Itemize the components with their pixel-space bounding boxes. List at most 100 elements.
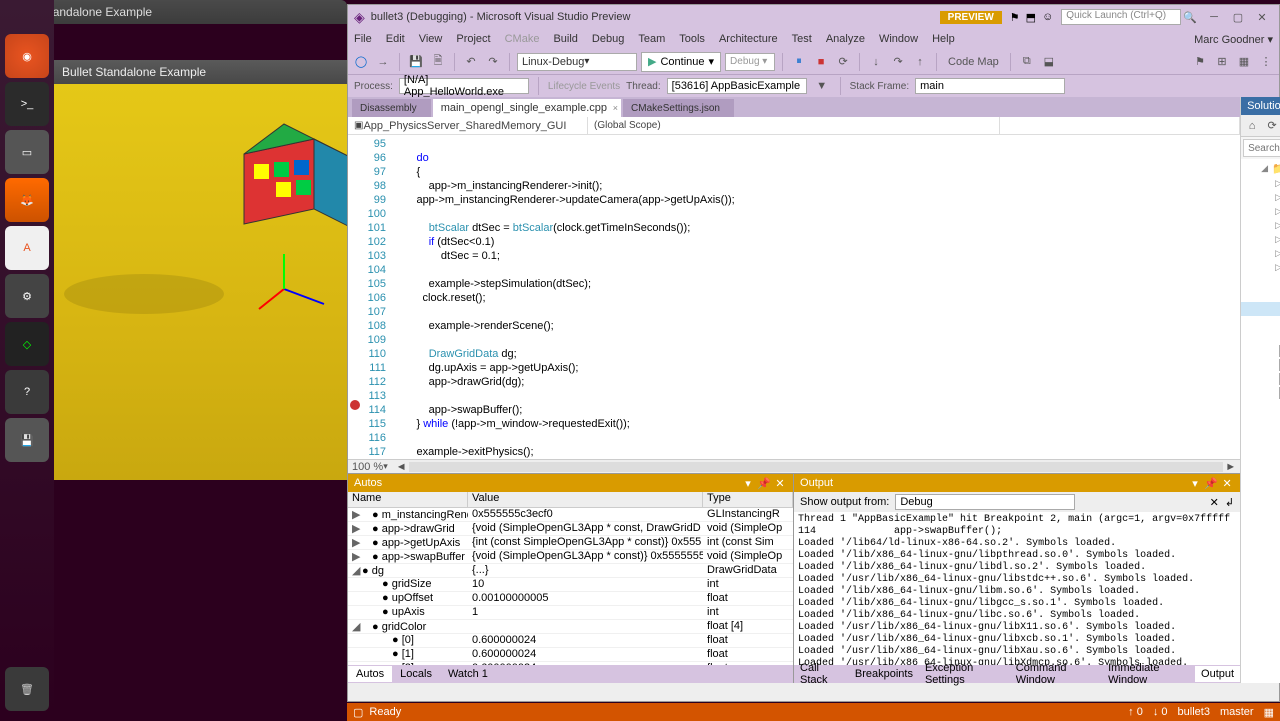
close-icon[interactable]: ×	[613, 103, 618, 113]
tool-icon-4[interactable]: ▦	[1235, 52, 1253, 72]
help-icon[interactable]: ?	[5, 370, 49, 414]
flag-icon[interactable]: ⚑	[1010, 11, 1020, 24]
settings-icon[interactable]: ⚙	[5, 274, 49, 318]
zoom-level[interactable]: 100 %	[352, 461, 383, 473]
hscrollbar[interactable]	[409, 462, 1224, 472]
stack-select[interactable]: main	[915, 78, 1065, 94]
menu-team[interactable]: Team	[638, 33, 665, 45]
quick-launch-input[interactable]: Quick Launch (Ctrl+Q)	[1061, 9, 1181, 25]
autos-row[interactable]: ◢● dg{...}DrawGridData	[348, 564, 793, 578]
config-select[interactable]: Linux-Debug ▾	[517, 53, 637, 71]
menu-cmake[interactable]: CMake	[505, 33, 540, 45]
tree-file[interactable]: appveyor.yml	[1241, 316, 1280, 330]
home-icon[interactable]: ⌂	[1243, 116, 1261, 136]
tree-file[interactable]: build_cmake_pybullet_double.sh	[1241, 344, 1280, 358]
terminal-icon[interactable]: >_	[5, 82, 49, 126]
autos-row[interactable]: ▶● app->swapBuffer{void (SimpleOpenGL3Ap…	[348, 550, 793, 564]
status-pull[interactable]: ↓ 0	[1153, 706, 1168, 718]
tree-file[interactable]: xcode.command	[1241, 554, 1280, 568]
maximize-button[interactable]: ▢	[1227, 9, 1249, 25]
bullet-canvas[interactable]	[54, 84, 347, 480]
lifecycle-label[interactable]: Lifecycle Events	[548, 81, 620, 92]
clear-icon[interactable]: ✕	[1210, 496, 1219, 509]
tree-file[interactable]: AUTHORS.txt	[1241, 330, 1280, 344]
step-into-icon[interactable]: ↓	[867, 52, 885, 72]
tab-breakpoints[interactable]: Breakpoints	[849, 666, 919, 682]
tree-file[interactable]: CMakeSettings.json	[1241, 442, 1280, 456]
bullet-titlebar[interactable]: Bullet Standalone Example	[54, 60, 347, 84]
close-icon[interactable]: ✕	[773, 477, 787, 490]
filter-icon[interactable]: ▼	[813, 76, 831, 96]
autos-row[interactable]: ◢● gridColorfloat [4]	[348, 620, 793, 634]
tab-main-cpp[interactable]: main_opengl_single_example.cpp×	[433, 99, 621, 117]
menu-analyze[interactable]: Analyze	[826, 33, 865, 45]
tree-folder[interactable]: ▷ src	[1241, 246, 1280, 260]
tab-exception[interactable]: Exception Settings	[919, 660, 1010, 688]
tool-icon-5[interactable]: ⋮	[1257, 52, 1275, 72]
tree-file[interactable]: .travis.yml	[1241, 288, 1280, 302]
menu-debug[interactable]: Debug	[592, 33, 624, 45]
dropdown-icon[interactable]: ▾	[1188, 477, 1202, 490]
tab-output[interactable]: Output	[1195, 666, 1240, 682]
refresh-icon[interactable]: ⟳	[1263, 116, 1280, 136]
step-out-icon[interactable]: ↑	[911, 52, 929, 72]
user-name[interactable]: Marc Goodner ▾	[1194, 33, 1273, 46]
minimize-button[interactable]: ─	[1203, 9, 1225, 25]
software-icon[interactable]: A	[5, 226, 49, 270]
tree-file[interactable]: README.md	[1241, 498, 1280, 512]
output-source-select[interactable]: Debug	[895, 494, 1075, 510]
stop-icon[interactable]: ■	[812, 52, 830, 72]
menu-help[interactable]: Help	[932, 33, 955, 45]
tree-file[interactable]: _clang-format	[1241, 302, 1280, 316]
pin-icon[interactable]: 📌	[1204, 477, 1218, 490]
tree-file[interactable]: CMakeLists.txt	[1241, 428, 1280, 442]
tool-icon-1[interactable]: ⧉	[1018, 52, 1036, 72]
tab-callstack[interactable]: Call Stack	[794, 660, 849, 688]
app-icon[interactable]: ◇	[5, 322, 49, 366]
tree-file[interactable]: Doxyfile	[1241, 456, 1280, 470]
tree-file[interactable]: VERSION	[1241, 540, 1280, 554]
sln-tree[interactable]: ◢📁 bullet3 (C:\Users\mgoodner\source\rep…	[1241, 159, 1280, 683]
nav-back-icon[interactable]: ◯	[352, 52, 370, 72]
autos-title[interactable]: Autos ▾📌✕	[348, 474, 793, 492]
tab-disassembly[interactable]: Disassembly	[352, 99, 431, 117]
target-select[interactable]: Debug ▾	[725, 53, 775, 71]
ubuntu-logo-icon[interactable]: ◉	[5, 34, 49, 78]
close-button[interactable]: ✕	[1251, 9, 1273, 25]
output-text[interactable]: Thread 1 "AppBasicExample" hit Breakpoin…	[794, 512, 1240, 665]
pin-icon[interactable]: 📌	[757, 477, 771, 490]
tree-file[interactable]: bullet.pc.cmake	[1241, 400, 1280, 414]
vs-titlebar[interactable]: ◈ bullet3 (Debugging) - Microsoft Visual…	[348, 5, 1279, 29]
menu-window[interactable]: Window	[879, 33, 918, 45]
disk-icon[interactable]: 💾	[5, 418, 49, 462]
tree-file[interactable]: setup.py	[1241, 512, 1280, 526]
tree-file[interactable]: LICENSE.txt	[1241, 470, 1280, 484]
nav-fwd-icon[interactable]: →	[374, 52, 392, 72]
autos-row[interactable]: ● upOffset0.00100000005float	[348, 592, 793, 606]
menu-architecture[interactable]: Architecture	[719, 33, 778, 45]
tree-file[interactable]: build_visual_studio_vr_pybullet_double.b…	[1241, 358, 1280, 372]
save-icon[interactable]: 💾	[407, 52, 425, 72]
autos-row[interactable]: ● [1]0.600000024float	[348, 648, 793, 662]
tree-folder[interactable]: ▷ examples	[1241, 218, 1280, 232]
menu-tools[interactable]: Tools	[679, 33, 705, 45]
tree-file[interactable]: MANIFEST.in	[1241, 484, 1280, 498]
code-map-button[interactable]: Code Map	[944, 52, 1003, 72]
tree-folder[interactable]: ▷ docs	[1241, 204, 1280, 218]
redo-icon[interactable]: ↷	[484, 52, 502, 72]
menu-edit[interactable]: Edit	[386, 33, 405, 45]
status-repo[interactable]: bullet3	[1178, 706, 1210, 718]
menu-project[interactable]: Project	[456, 33, 490, 45]
wrap-icon[interactable]: ↲	[1225, 496, 1234, 509]
autos-row[interactable]: ▶● app->getUpAxis{int (const SimpleOpenG…	[348, 536, 793, 550]
output-title[interactable]: Output ▾📌✕	[794, 474, 1240, 492]
restart-icon[interactable]: ⟳	[834, 52, 852, 72]
status-branch[interactable]: master	[1220, 706, 1254, 718]
tool-icon-3[interactable]: ⊞	[1213, 52, 1231, 72]
scope-project[interactable]: ▣ App_PhysicsServer_SharedMemory_GUI	[348, 117, 588, 134]
undo-icon[interactable]: ↶	[462, 52, 480, 72]
tree-folder[interactable]: ▷ bin32	[1241, 176, 1280, 190]
tree-folder[interactable]: ▷ Extras	[1241, 232, 1280, 246]
menu-view[interactable]: View	[419, 33, 443, 45]
tab-watch1[interactable]: Watch 1	[440, 666, 496, 682]
